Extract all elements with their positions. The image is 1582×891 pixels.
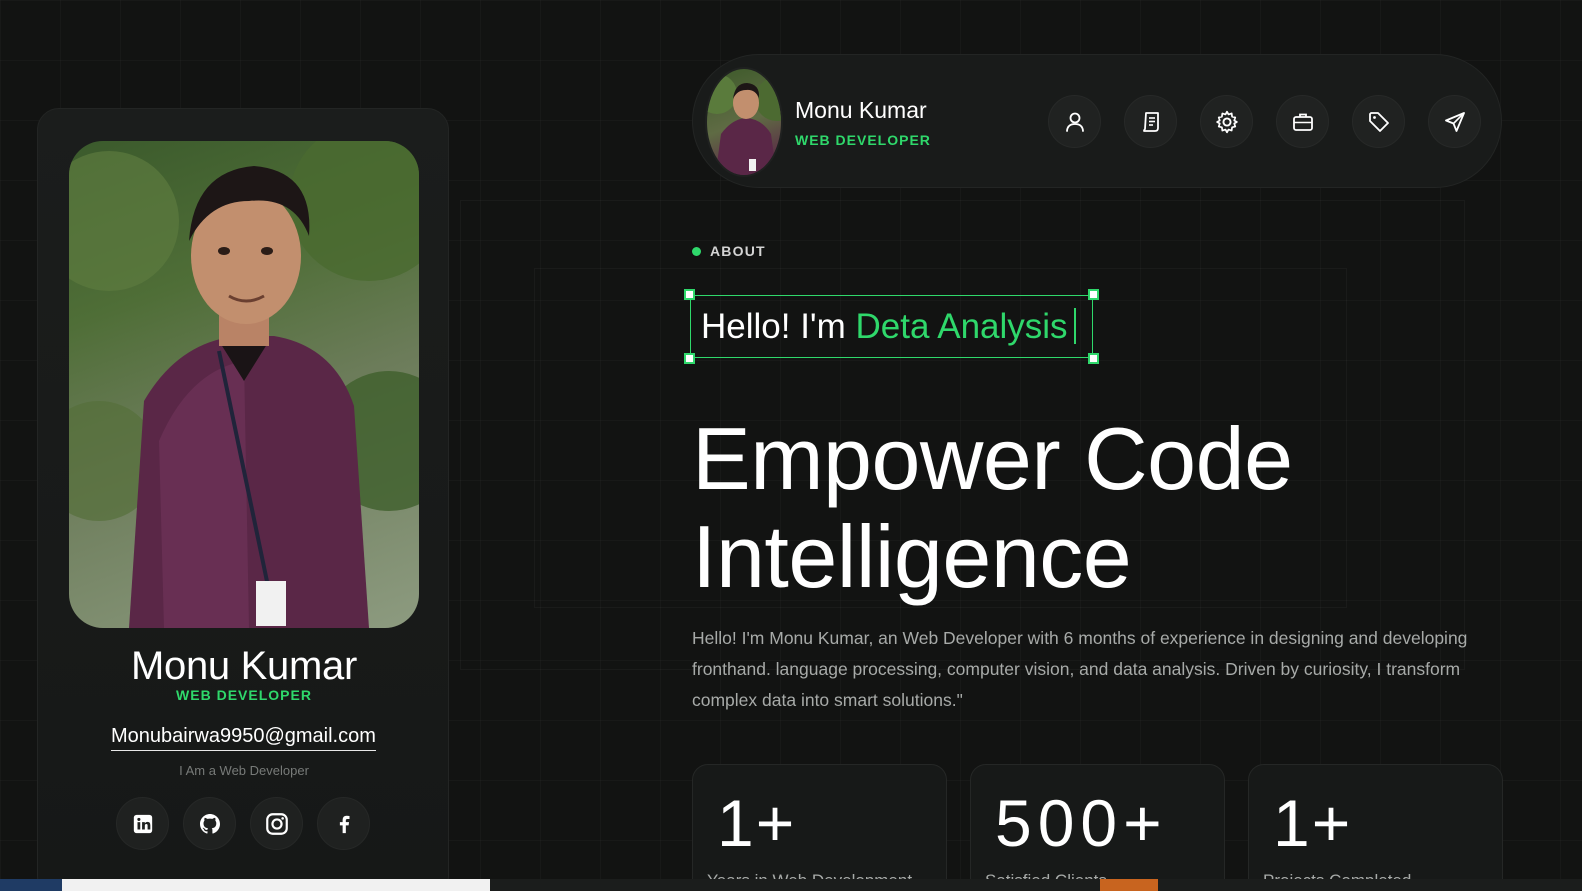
resize-handle-bottom-left[interactable] [684,353,695,364]
stat-value: 500+ [995,786,1168,860]
nav-contact-button[interactable] [1428,95,1481,148]
instagram-button[interactable] [250,797,303,850]
profile-card: Monu Kumar WEB DEVELOPER Monubairwa9950@… [37,108,449,891]
email-link[interactable]: Monubairwa9950@gmail.com [111,725,376,751]
stat-value: 1+ [1273,786,1353,860]
typing-headline-box[interactable]: Hello! I'm Deta Analysis [684,289,1099,364]
profile-tagline: I Am a Web Developer [179,763,309,778]
linkedin-icon [133,814,152,833]
typing-caret [1073,308,1076,344]
gear-icon [1215,110,1238,133]
headline-typed-role: Deta Analysis [855,307,1068,346]
profile-photo [69,141,419,628]
facebook-button[interactable] [317,797,370,850]
taskbar-app[interactable] [1100,879,1158,891]
profile-name: Monu Kumar [131,644,357,688]
avatar[interactable] [705,67,783,177]
typing-headline: Hello! I'm Deta Analysis [701,307,1076,347]
hero-title-line-2: Intelligence [692,507,1132,606]
stat-card-projects: 1+ Projects Completed [1248,764,1503,891]
top-nav: Monu Kumar WEB DEVELOPER [692,54,1502,188]
resume-icon [1142,111,1159,132]
nav-role: WEB DEVELOPER [795,132,931,148]
hero-title: Empower Code Intelligence [692,410,1293,606]
resize-handle-top-left[interactable] [684,289,695,300]
profile-role: WEB DEVELOPER [176,687,312,703]
resize-handle-bottom-right[interactable] [1088,353,1099,364]
section-label: ABOUT [692,243,766,259]
taskbar-start[interactable] [0,879,62,891]
instagram-icon [265,812,288,835]
briefcase-icon [1292,113,1313,131]
profile-photo-image [69,141,419,628]
hero-title-line-1: Empower Code [692,409,1293,508]
social-links [116,797,370,850]
section-label-text: ABOUT [710,243,766,259]
avatar-image [707,74,781,175]
github-icon [199,813,220,834]
nav-about-button[interactable] [1048,95,1101,148]
nav-resume-button[interactable] [1124,95,1177,148]
send-icon [1444,111,1465,132]
nav-portfolio-button[interactable] [1276,95,1329,148]
github-button[interactable] [183,797,236,850]
nav-pricing-button[interactable] [1352,95,1405,148]
nav-icons [1048,95,1481,148]
nav-services-button[interactable] [1200,95,1253,148]
headline-prefix: Hello! I'm [701,307,856,346]
section-dot [692,246,701,256]
user-icon [1065,112,1084,132]
intro-paragraph: Hello! I'm Monu Kumar, an Web Developer … [692,628,1468,710]
tag-icon [1368,111,1389,132]
stat-card-clients: 500+ Satisfied Clients [970,764,1225,891]
taskbar-search[interactable] [62,879,490,891]
stat-value: 1+ [717,786,797,860]
linkedin-button[interactable] [116,797,169,850]
nav-name: Monu Kumar [795,97,927,123]
facebook-icon [339,815,349,833]
stat-card-experience: 1+ Years in Web Development [692,764,947,891]
resize-handle-top-right[interactable] [1088,289,1099,300]
